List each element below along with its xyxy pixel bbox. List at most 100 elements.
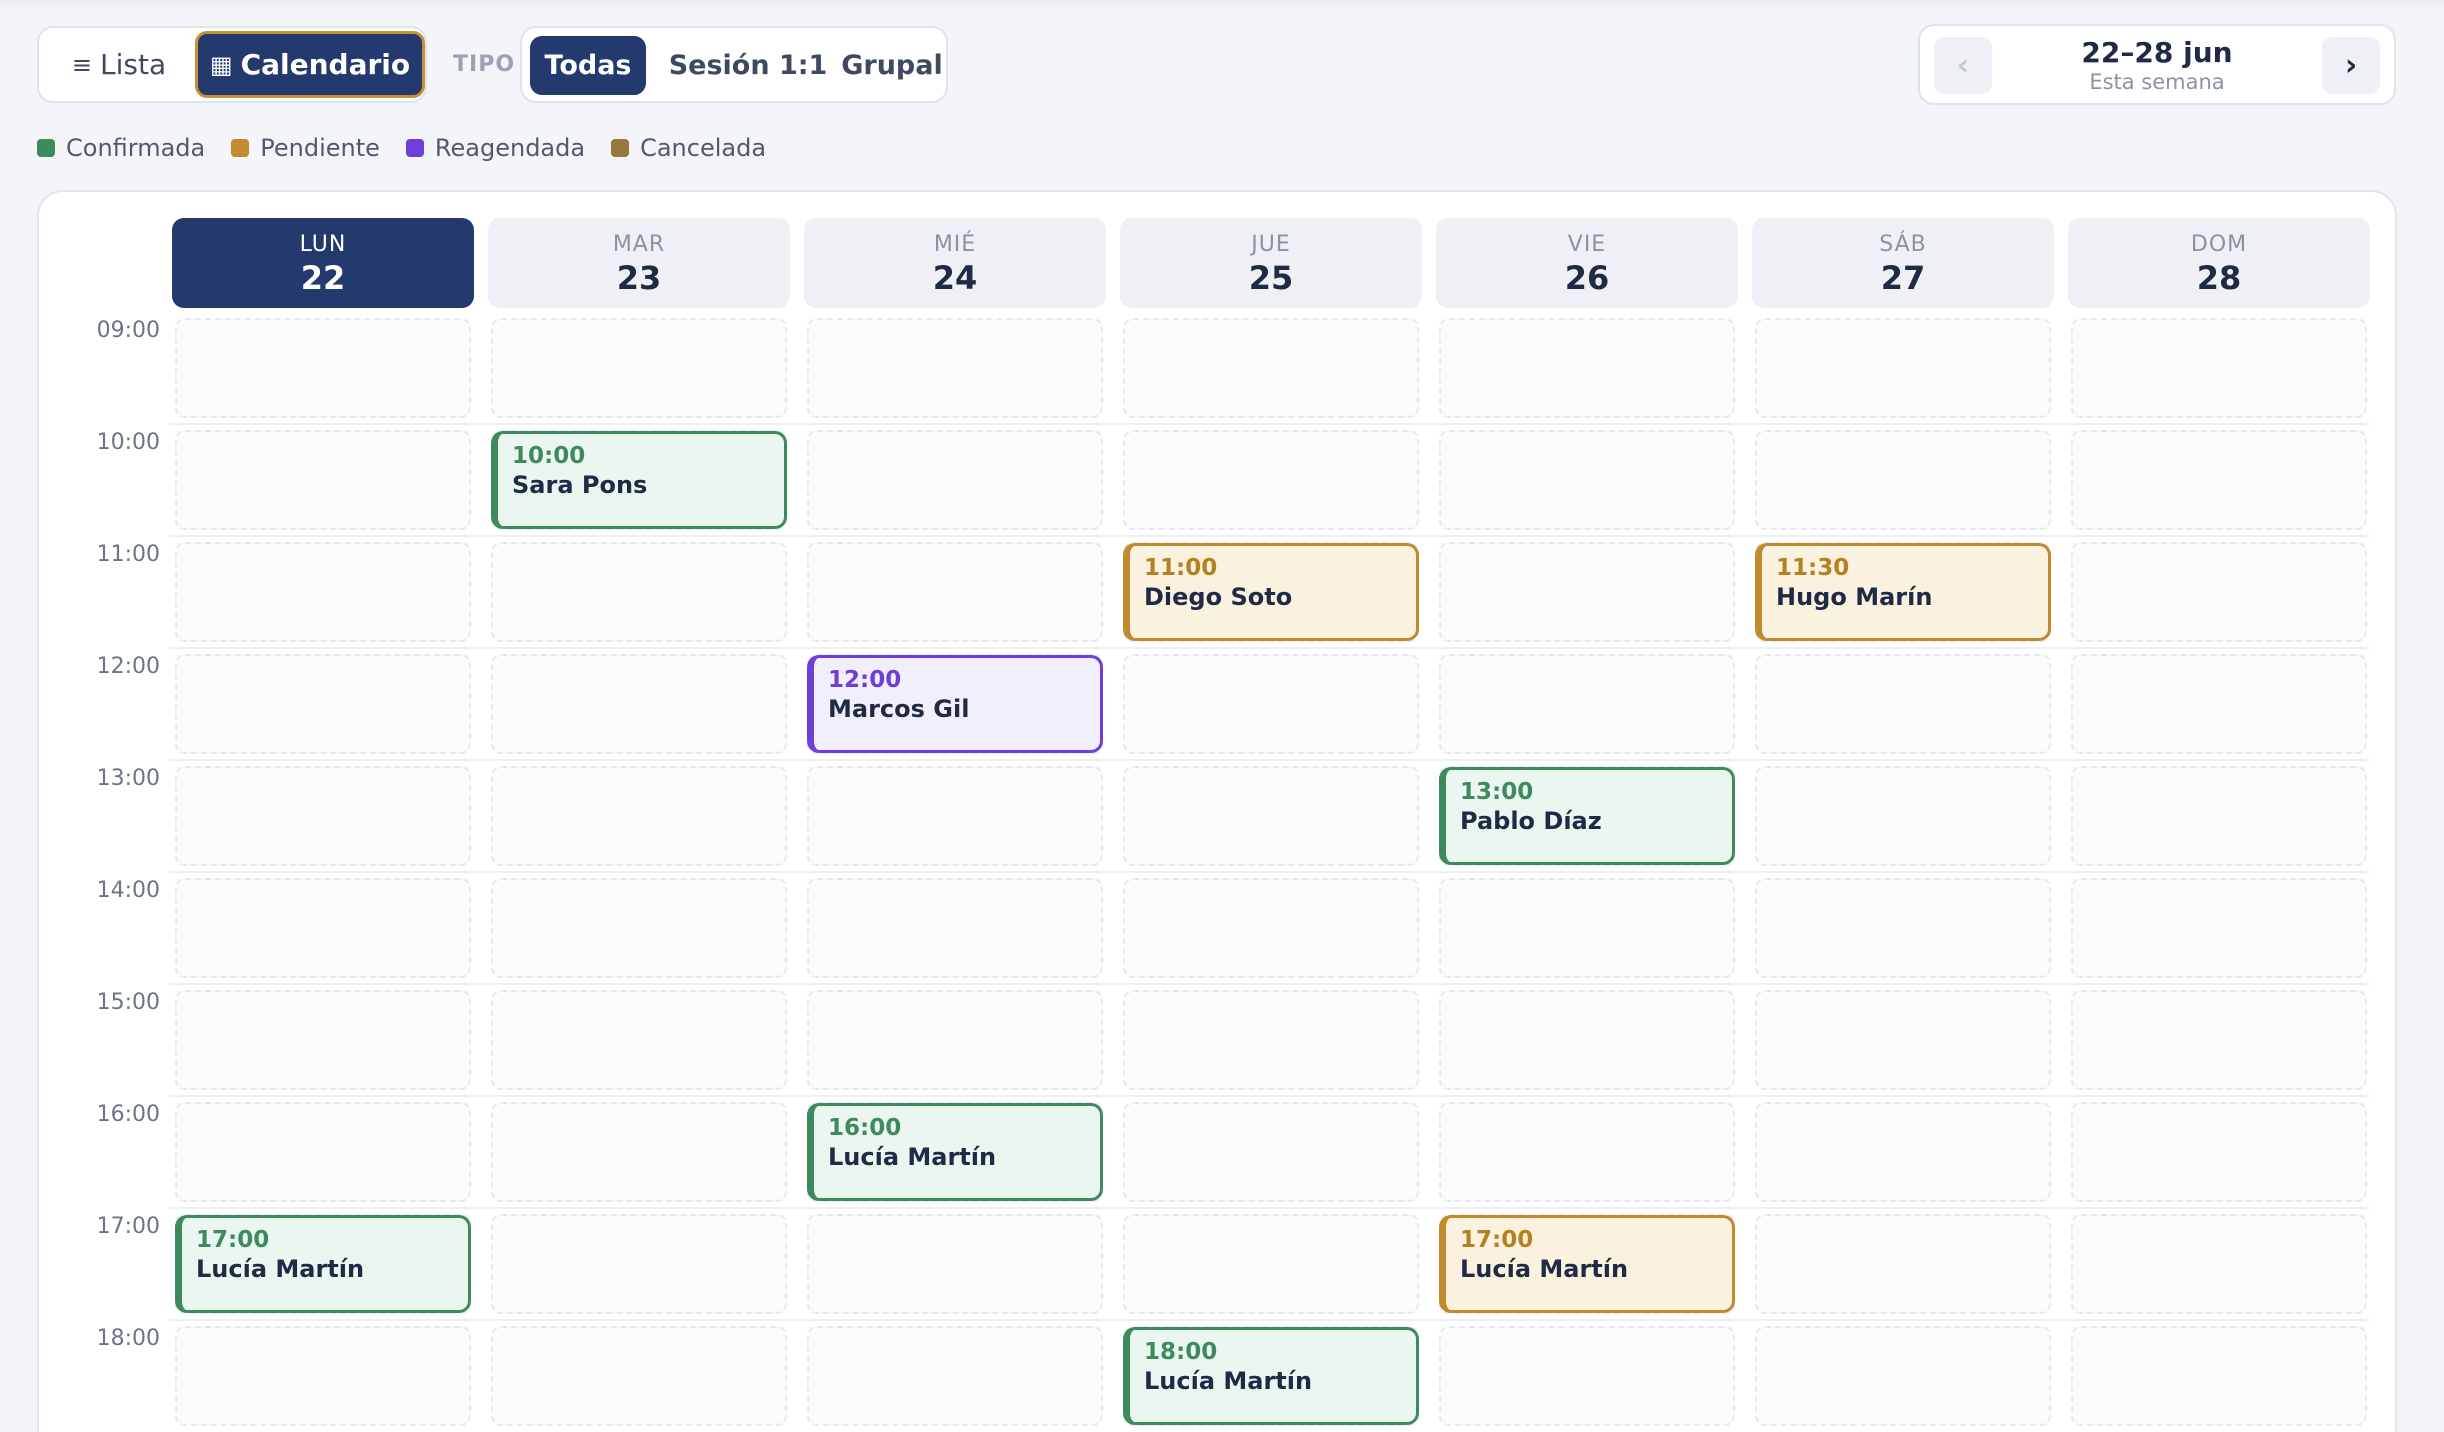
time-slot[interactable] xyxy=(1123,318,1419,418)
time-slot[interactable] xyxy=(175,878,471,978)
appointment-card[interactable]: 11:30 Hugo Marín xyxy=(1755,543,2051,641)
time-slot[interactable] xyxy=(807,430,1103,530)
day-header[interactable]: JUE 25 xyxy=(1120,218,1422,308)
time-slot[interactable] xyxy=(1123,654,1419,754)
day-header[interactable]: SÁB 27 xyxy=(1752,218,2054,308)
appointment-time: 13:00 xyxy=(1460,779,1534,805)
calendar-icon: ▦ xyxy=(209,50,233,79)
appointment-card[interactable]: 18:00 Lucía Martín xyxy=(1123,1327,1419,1425)
view-calendar-label: Calendario xyxy=(240,48,411,81)
time-slot[interactable] xyxy=(807,878,1103,978)
time-slot[interactable] xyxy=(807,1326,1103,1426)
time-slot[interactable] xyxy=(491,990,787,1090)
time-slot[interactable] xyxy=(1755,1214,2051,1314)
next-week-button[interactable]: › xyxy=(2322,37,2380,94)
time-slot[interactable] xyxy=(1439,1326,1735,1426)
time-slot[interactable] xyxy=(1439,654,1735,754)
time-slot[interactable] xyxy=(2071,542,2367,642)
time-slot[interactable] xyxy=(2071,1102,2367,1202)
time-slot[interactable] xyxy=(491,766,787,866)
time-slot[interactable] xyxy=(1755,430,2051,530)
time-slot[interactable] xyxy=(1439,430,1735,530)
time-slot[interactable] xyxy=(175,542,471,642)
time-slot[interactable] xyxy=(491,1102,787,1202)
appointment-time: 17:00 xyxy=(1460,1227,1534,1253)
time-slot[interactable] xyxy=(1755,654,2051,754)
time-slot[interactable] xyxy=(807,990,1103,1090)
chevron-right-icon: › xyxy=(2344,48,2358,83)
time-slot[interactable] xyxy=(175,766,471,866)
time-slot[interactable] xyxy=(2071,766,2367,866)
time-slot[interactable] xyxy=(2071,654,2367,754)
appointment-card[interactable]: 12:00 Marcos Gil xyxy=(807,655,1103,753)
type-filter: Todas Sesión 1:1 Grupal xyxy=(520,26,948,103)
appointment-card[interactable]: 17:00 Lucía Martín xyxy=(1439,1215,1735,1313)
time-slot[interactable] xyxy=(1123,990,1419,1090)
time-slot[interactable] xyxy=(175,1102,471,1202)
legend-rescheduled: Reagendada xyxy=(405,134,585,162)
hour-divider xyxy=(170,1207,2370,1209)
view-list-button[interactable]: ≡ Lista xyxy=(45,31,193,98)
time-slot[interactable] xyxy=(491,542,787,642)
appointment-card[interactable]: 10:00 Sara Pons xyxy=(491,431,787,529)
view-calendar-button[interactable]: ▦ Calendario xyxy=(195,31,425,98)
time-slot[interactable] xyxy=(1755,318,2051,418)
time-slot[interactable] xyxy=(1123,430,1419,530)
time-slot[interactable] xyxy=(175,318,471,418)
time-slot[interactable] xyxy=(807,542,1103,642)
time-slot[interactable] xyxy=(1755,990,2051,1090)
day-header[interactable]: DOM 28 xyxy=(2068,218,2370,308)
time-slot[interactable] xyxy=(2071,1326,2367,1426)
time-slot[interactable] xyxy=(1123,766,1419,866)
time-slot[interactable] xyxy=(1123,878,1419,978)
time-slot[interactable] xyxy=(1439,542,1735,642)
type-option-group[interactable]: Grupal xyxy=(840,36,944,95)
top-shadow xyxy=(0,0,2444,10)
time-slot[interactable] xyxy=(1439,318,1735,418)
time-slot[interactable] xyxy=(175,430,471,530)
time-slot[interactable] xyxy=(1439,878,1735,978)
time-slot[interactable] xyxy=(491,878,787,978)
time-slot[interactable] xyxy=(1755,878,2051,978)
time-slot[interactable] xyxy=(491,654,787,754)
day-header[interactable]: LUN 22 xyxy=(172,218,474,308)
time-slot[interactable] xyxy=(2071,878,2367,978)
appointment-card[interactable]: 17:00 Lucía Martín xyxy=(175,1215,471,1313)
time-slot[interactable] xyxy=(1755,1102,2051,1202)
hour-divider xyxy=(170,535,2370,537)
day-header[interactable]: VIE 26 xyxy=(1436,218,1738,308)
time-slot[interactable] xyxy=(1755,766,2051,866)
time-slot[interactable] xyxy=(2071,430,2367,530)
time-slot[interactable] xyxy=(491,318,787,418)
time-slot[interactable] xyxy=(1755,1326,2051,1426)
time-slot[interactable] xyxy=(1123,1214,1419,1314)
appointment-card[interactable]: 16:00 Lucía Martín xyxy=(807,1103,1103,1201)
appointment-card[interactable]: 11:00 Diego Soto xyxy=(1123,543,1419,641)
legend-label: Confirmada xyxy=(66,134,206,162)
time-slot[interactable] xyxy=(1123,1102,1419,1202)
day-date: 28 xyxy=(2196,259,2242,297)
time-slot[interactable] xyxy=(807,1214,1103,1314)
time-slot[interactable] xyxy=(2071,1214,2367,1314)
time-label: 14:00 xyxy=(96,878,160,903)
time-slot[interactable] xyxy=(807,766,1103,866)
appointment-client: Lucía Martín xyxy=(828,1143,997,1171)
time-slot[interactable] xyxy=(491,1214,787,1314)
time-label: 10:00 xyxy=(96,430,160,455)
day-header[interactable]: MAR 23 xyxy=(488,218,790,308)
appointment-client: Pablo Díaz xyxy=(1460,807,1602,835)
time-slot[interactable] xyxy=(175,654,471,754)
time-slot[interactable] xyxy=(807,318,1103,418)
type-option-one-on-one[interactable]: Sesión 1:1 xyxy=(656,36,840,95)
time-slot[interactable] xyxy=(2071,318,2367,418)
time-label: 13:00 xyxy=(96,766,160,791)
day-header[interactable]: MIÉ 24 xyxy=(804,218,1106,308)
time-slot[interactable] xyxy=(491,1326,787,1426)
time-slot[interactable] xyxy=(175,1326,471,1426)
time-slot[interactable] xyxy=(1439,990,1735,1090)
time-slot[interactable] xyxy=(175,990,471,1090)
type-option-all[interactable]: Todas xyxy=(530,36,646,95)
appointment-card[interactable]: 13:00 Pablo Díaz xyxy=(1439,767,1735,865)
time-slot[interactable] xyxy=(1439,1102,1735,1202)
time-slot[interactable] xyxy=(2071,990,2367,1090)
